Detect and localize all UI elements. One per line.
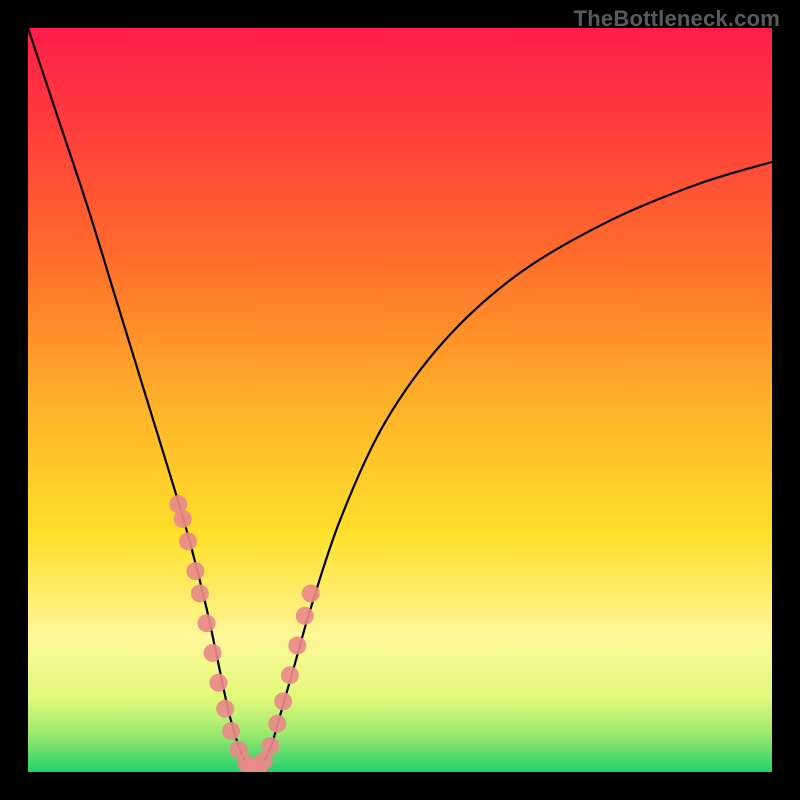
data-marker xyxy=(268,715,286,733)
data-marker xyxy=(191,584,209,602)
data-marker xyxy=(222,722,240,740)
data-marker xyxy=(216,700,234,718)
data-marker xyxy=(262,737,280,755)
plot-area xyxy=(28,28,772,772)
bottleneck-chart xyxy=(28,28,772,772)
data-marker xyxy=(288,637,306,655)
data-marker xyxy=(302,584,320,602)
data-marker xyxy=(209,674,227,692)
data-marker xyxy=(174,510,192,528)
data-marker xyxy=(274,692,292,710)
chart-frame: TheBottleneck.com xyxy=(0,0,800,800)
data-marker xyxy=(198,614,216,632)
data-marker xyxy=(296,607,314,625)
data-marker xyxy=(204,644,222,662)
data-marker xyxy=(281,666,299,684)
data-marker xyxy=(179,532,197,550)
data-marker xyxy=(186,562,204,580)
